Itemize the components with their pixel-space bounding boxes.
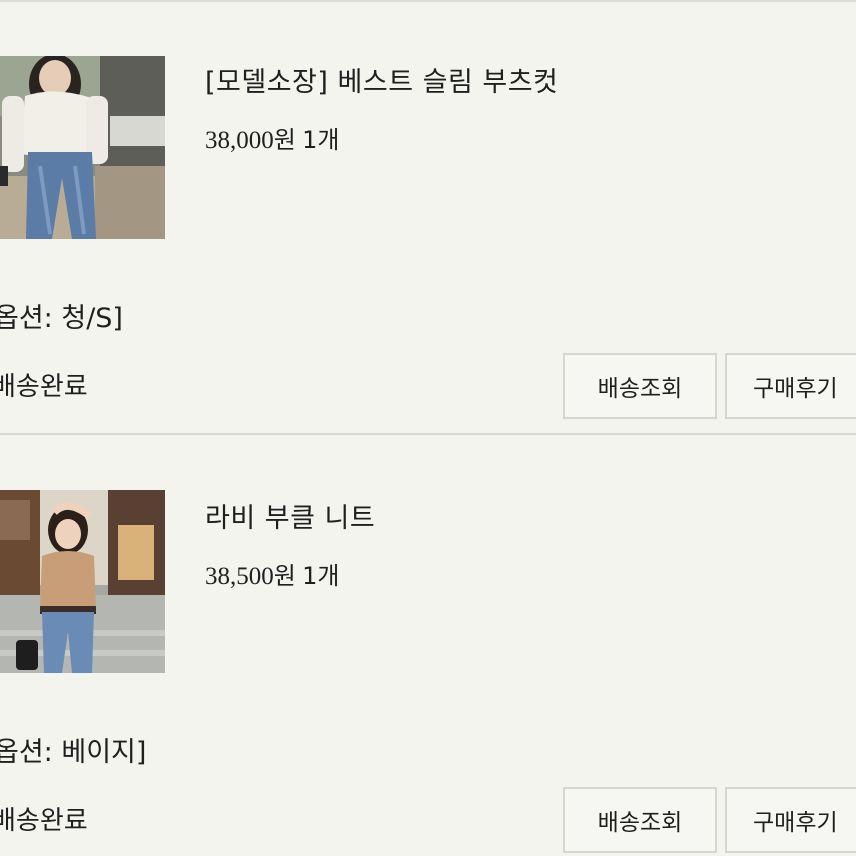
product-photo-jeans: [0, 56, 165, 239]
order-list-page: [모델소장] 베스트 슬림 부츠컷 38,000원 1개 옵션: 청/S] 배송…: [0, 0, 856, 856]
order-item: [모델소장] 베스트 슬림 부츠컷 38,000원 1개 옵션: 청/S] 배송…: [0, 0, 856, 435]
product-option: 옵션: 베이지]: [0, 737, 147, 768]
track-delivery-button[interactable]: 배송조회: [563, 353, 717, 419]
product-name[interactable]: [모델소장] 베스트 슬림 부츠컷: [205, 60, 558, 99]
price-value: 38,000: [205, 127, 274, 154]
track-delivery-button[interactable]: 배송조회: [563, 787, 717, 853]
product-name[interactable]: 라비 부클 니트: [205, 496, 375, 535]
product-thumbnail[interactable]: [0, 490, 165, 673]
write-review-button[interactable]: 구매후기: [725, 787, 856, 853]
product-option: 옵션: 청/S]: [0, 303, 123, 334]
price-unit: 원: [273, 126, 296, 154]
quantity: 1개: [302, 562, 340, 590]
delivery-status: 배송완료: [0, 372, 88, 402]
product-price-quantity: 38,000원 1개: [205, 120, 339, 155]
write-review-button[interactable]: 구매후기: [725, 353, 856, 419]
product-photo-knit: [0, 490, 165, 673]
price-value: 38,500: [205, 563, 274, 590]
product-thumbnail[interactable]: [0, 56, 165, 239]
order-item: 라비 부클 니트 38,500원 1개 옵션: 베이지] 배송완료 배송조회 구…: [0, 434, 856, 856]
price-unit: 원: [273, 562, 296, 590]
delivery-status: 배송완료: [0, 806, 88, 836]
quantity: 1개: [302, 126, 340, 154]
product-price-quantity: 38,500원 1개: [205, 556, 339, 591]
